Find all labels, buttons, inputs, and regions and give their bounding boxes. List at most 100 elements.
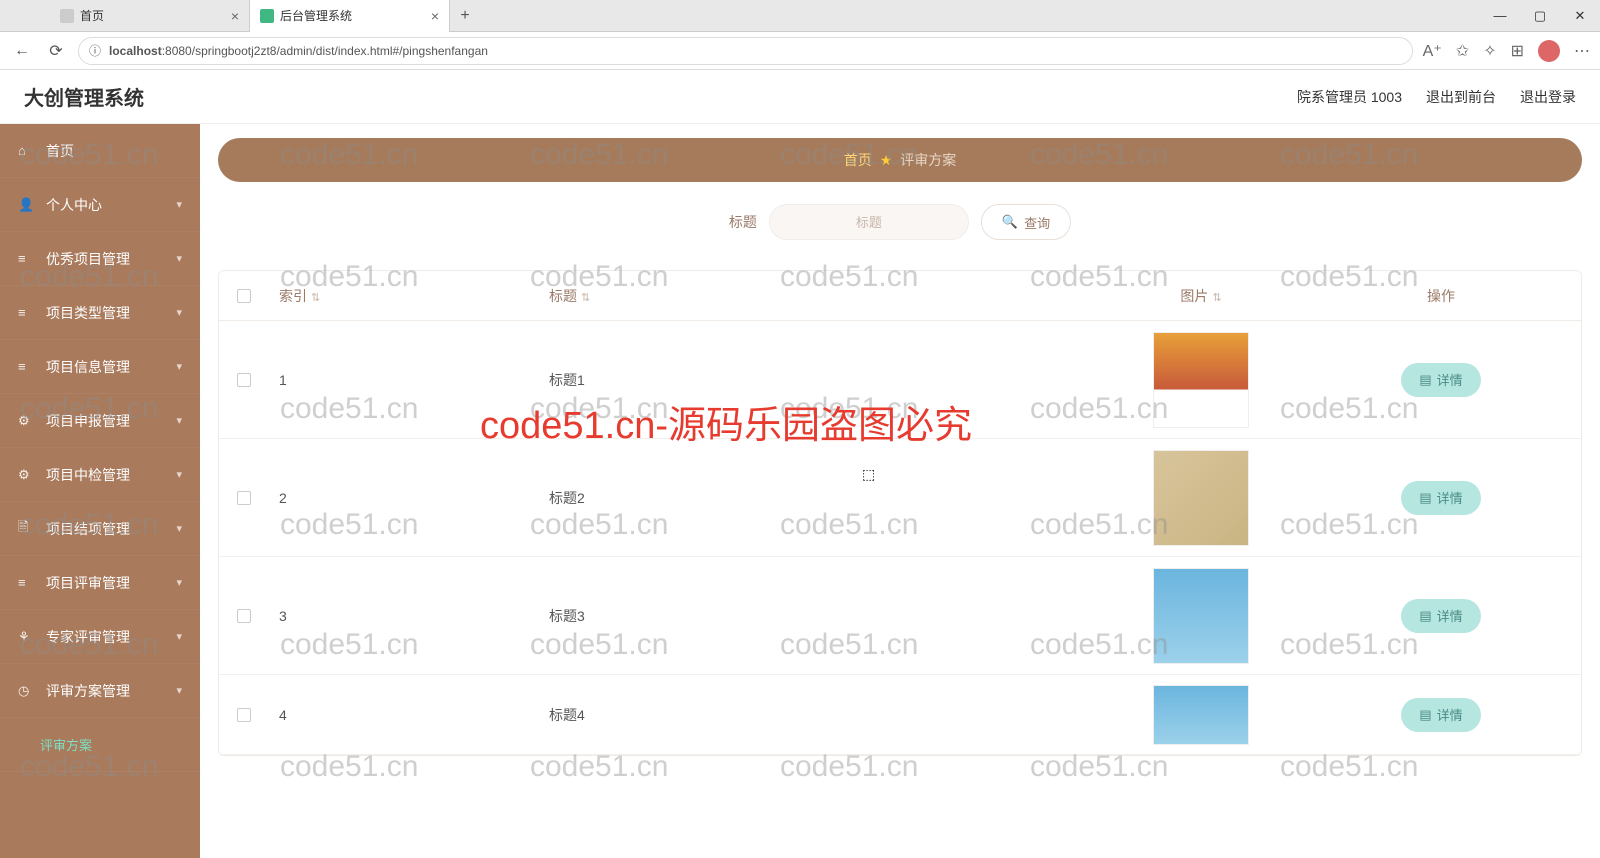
sidebar-item-profile[interactable]: 👤个人中心▾ [0, 178, 200, 232]
detail-button[interactable]: ▤ 详情 [1401, 698, 1480, 732]
search-icon: 🔍 [1002, 214, 1018, 230]
gear-icon: ⚙ [18, 413, 36, 429]
col-image[interactable]: 图片 [1180, 288, 1208, 304]
users-icon: ⚘ [18, 629, 36, 645]
cell-index: 2 [269, 490, 549, 506]
row-checkbox[interactable] [237, 373, 251, 387]
chevron-down-icon: ▾ [176, 198, 182, 211]
browser-tab-1[interactable]: 首页 × [50, 0, 250, 32]
favorite-icon[interactable]: ✩ [1456, 41, 1469, 61]
sidebar-item-label: 个人中心 [46, 195, 102, 215]
sort-icon[interactable]: ⇅ [1212, 292, 1221, 304]
table-row: 4 标题4 ▤详情 [219, 675, 1581, 755]
menu-icon[interactable]: ⋯ [1574, 41, 1590, 61]
back-button[interactable]: ← [10, 39, 34, 63]
breadcrumb-current: 评审方案 [900, 150, 956, 170]
sidebar-item-info[interactable]: ≡项目信息管理▾ [0, 340, 200, 394]
favicon-vue-icon [260, 9, 274, 23]
sidebar-item-type[interactable]: ≡项目类型管理▾ [0, 286, 200, 340]
thumbnail-image [1153, 450, 1249, 546]
doc-icon: ▤ [1419, 372, 1431, 388]
sidebar-item-label: 优秀项目管理 [46, 249, 130, 269]
search-row: 标题 🔍查询 [218, 204, 1582, 240]
thumbnail-image [1153, 332, 1249, 428]
sidebar-item-label: 项目中检管理 [46, 465, 130, 485]
thumbnail-image [1153, 568, 1249, 664]
detail-button[interactable]: ▤详情 [1401, 481, 1480, 515]
tab-title: 首页 [80, 7, 104, 24]
browser-tab-strip: 首页 × 后台管理系统 × + — ▢ ✕ [0, 0, 1600, 32]
sort-icon[interactable]: ⇅ [581, 292, 590, 304]
search-button-label: 查询 [1024, 213, 1050, 232]
sidebar-item-midcheck[interactable]: ⚙项目中检管理▾ [0, 448, 200, 502]
search-button[interactable]: 🔍 查询 [981, 204, 1071, 240]
collections-icon[interactable]: ✧ [1483, 41, 1496, 61]
close-window-icon[interactable]: ✕ [1560, 0, 1600, 32]
sidebar-item-excellent[interactable]: ≡优秀项目管理▾ [0, 232, 200, 286]
breadcrumb: 首页 ★ 评审方案 [218, 138, 1582, 182]
sidebar-item-scheme[interactable]: ◷ 评审方案管理 ▾ [0, 664, 200, 718]
address-bar[interactable]: ⓘ localhost:8080/springbootj2zt8/admin/d… [78, 37, 1413, 65]
header-front-link[interactable]: 退出到前台 [1426, 87, 1496, 107]
sidebar-item-label: 项目评审管理 [46, 573, 130, 593]
chevron-down-icon: ▾ [176, 306, 182, 319]
minimize-icon[interactable]: — [1480, 0, 1520, 32]
sidebar-item-home[interactable]: ⌂首页 [0, 124, 200, 178]
detail-label: 详情 [1437, 705, 1463, 724]
breadcrumb-home[interactable]: 首页 [844, 150, 872, 170]
refresh-button[interactable]: ⟳ [44, 39, 68, 63]
sidebar-item-final[interactable]: 🖹项目结项管理▾ [0, 502, 200, 556]
close-icon[interactable]: × [431, 8, 439, 24]
sort-icon[interactable]: ⇅ [311, 292, 320, 304]
read-aloud-icon[interactable]: A⁺ [1423, 41, 1442, 61]
main-content: 首页 ★ 评审方案 标题 🔍查询 索引⇅ 标题⇅ 图片⇅ 操作 1 标题1 ▤详… [200, 124, 1600, 858]
detail-label: 详情 [1437, 488, 1463, 507]
doc-icon: ▤ [1419, 707, 1431, 723]
col-op: 操作 [1427, 288, 1455, 304]
url-path: :8080/springbootj2zt8/admin/dist/index.h… [162, 44, 488, 58]
cell-index: 4 [269, 707, 549, 723]
cell-title: 标题1 [549, 370, 1101, 390]
sidebar-item-label: 项目类型管理 [46, 303, 130, 323]
col-index[interactable]: 索引 [279, 288, 307, 304]
header-user[interactable]: 院系管理员 1003 [1297, 87, 1402, 107]
extensions-icon[interactable]: ⊞ [1511, 41, 1524, 61]
toolbar-icons: A⁺ ✩ ✧ ⊞ ⋯ [1423, 40, 1590, 62]
maximize-icon[interactable]: ▢ [1520, 0, 1560, 32]
table-row: 1 标题1 ▤详情 [219, 321, 1581, 439]
detail-label: 详情 [1437, 370, 1463, 389]
chevron-down-icon: ▾ [176, 252, 182, 265]
window-controls-left [6, 7, 50, 25]
header-logout-link[interactable]: 退出登录 [1520, 87, 1576, 107]
chevron-down-icon: ▾ [176, 684, 182, 697]
col-title[interactable]: 标题 [549, 288, 577, 304]
star-icon: ★ [880, 152, 893, 169]
sidebar-item-review[interactable]: ≡项目评审管理▾ [0, 556, 200, 610]
app-header: 大创管理系统 院系管理员 1003 退出到前台 退出登录 [0, 70, 1600, 124]
cell-index: 3 [269, 608, 549, 624]
chevron-down-icon: ▾ [176, 630, 182, 643]
doc-icon: 🖹 [18, 518, 36, 540]
sidebar-item-apply[interactable]: ⚙项目申报管理▾ [0, 394, 200, 448]
select-all-checkbox[interactable] [237, 289, 251, 303]
site-info-icon[interactable]: ⓘ [89, 42, 101, 59]
sidebar-item-expert[interactable]: ⚘专家评审管理▾ [0, 610, 200, 664]
close-icon[interactable]: × [231, 8, 239, 24]
sidebar-item-label: 评审方案管理 [46, 681, 130, 701]
sidebar-subitem-scheme-active[interactable]: 评审方案 [0, 718, 200, 772]
sidebar-item-label: 项目申报管理 [46, 411, 130, 431]
detail-button[interactable]: ▤详情 [1401, 599, 1480, 633]
search-input[interactable] [769, 204, 969, 240]
tab-title: 后台管理系统 [280, 7, 352, 24]
profile-avatar[interactable] [1538, 40, 1560, 62]
chevron-down-icon: ▾ [176, 468, 182, 481]
row-checkbox[interactable] [237, 491, 251, 505]
browser-toolbar: ← ⟳ ⓘ localhost:8080/springbootj2zt8/adm… [0, 32, 1600, 70]
row-checkbox[interactable] [237, 609, 251, 623]
table-row: 3 标题3 ▤详情 [219, 557, 1581, 675]
new-tab-button[interactable]: + [450, 7, 480, 25]
browser-tab-2[interactable]: 后台管理系统 × [250, 0, 450, 32]
row-checkbox[interactable] [237, 708, 251, 722]
detail-button[interactable]: ▤ 详情 [1401, 363, 1480, 397]
clock-icon: ◷ [18, 683, 36, 699]
